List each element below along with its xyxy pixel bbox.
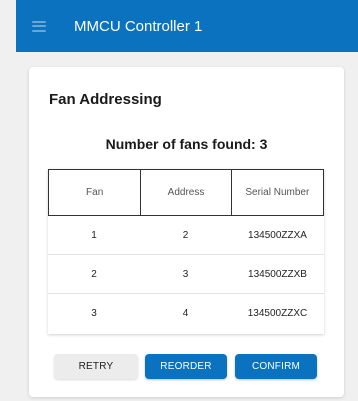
cell-serial-number: 134500ZZXB — [248, 268, 307, 280]
action-buttons: RETRY REORDER CONFIRM — [29, 354, 344, 379]
cell-fan: 3 — [91, 308, 97, 319]
confirm-button[interactable]: CONFIRM — [235, 354, 317, 379]
cell-serial-number: 134500ZZXA — [248, 229, 307, 241]
reorder-button[interactable]: REORDER — [145, 354, 227, 379]
column-header-serial-number: Serial Number — [230, 170, 323, 215]
cell-fan: 2 — [91, 268, 97, 280]
fan-addressing-card: Fan Addressing Number of fans found: 3 F… — [29, 67, 344, 397]
app-bar: MMCU Controller 1 — [16, 0, 358, 52]
hamburger-menu-icon[interactable] — [32, 20, 46, 32]
cell-fan: 1 — [91, 229, 97, 241]
app-title: MMCU Controller 1 — [74, 17, 203, 35]
table-header: Fan Address Serial Number — [48, 169, 324, 216]
table-row: 1 2 134500ZZXA — [48, 216, 324, 255]
fans-found-count: Number of fans found: 3 — [105, 136, 268, 152]
table-row: 2 3 134500ZZXB — [48, 255, 324, 294]
column-header-address: Address — [140, 170, 230, 215]
column-header-fan: Fan — [86, 187, 104, 198]
retry-button[interactable]: RETRY — [54, 354, 138, 379]
cell-address: 3 — [182, 268, 189, 280]
cell-address: 2 — [182, 229, 189, 241]
cell-serial-number: 134500ZZXC — [247, 308, 308, 319]
table-row: 3 4 134500ZZXC — [48, 294, 324, 333]
fan-table: Fan Address Serial Number 1 2 134500ZZXA… — [48, 169, 324, 334]
cell-address: 4 — [182, 308, 189, 319]
card-title: Fan Addressing — [49, 91, 162, 108]
